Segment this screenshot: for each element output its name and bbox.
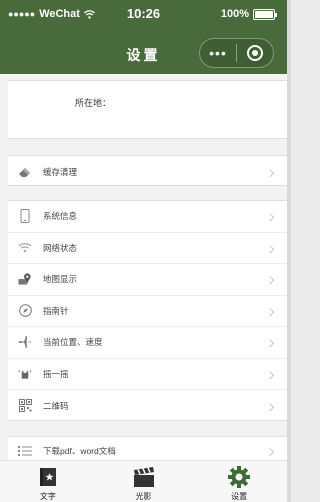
cache-clear-item[interactable]: 缓存清理	[8, 156, 287, 188]
wifi-icon	[18, 241, 32, 255]
menu-item-map[interactable]: 地图显示	[8, 264, 287, 296]
tab-text[interactable]: 文字	[0, 461, 96, 502]
menu-capsule: •••	[199, 38, 274, 68]
chevron-right-icon	[265, 402, 275, 412]
plane-icon	[18, 335, 32, 349]
chevron-right-icon	[265, 168, 275, 178]
tab-settings[interactable]: 设置	[191, 461, 287, 502]
tab-light-shadow[interactable]: 光影	[96, 461, 192, 502]
close-icon	[247, 45, 263, 61]
cache-panel: 缓存清理	[8, 155, 287, 186]
book-icon	[35, 465, 61, 489]
tab-label: 光影	[135, 492, 152, 501]
more-button[interactable]: •••	[200, 39, 236, 67]
phone-icon	[18, 209, 32, 224]
menu-item-location-speed[interactable]: 当前位置、速度	[8, 327, 287, 359]
menu-item-qrcode[interactable]: 二维码	[8, 390, 287, 422]
chevron-right-icon	[265, 370, 275, 380]
menu-item-system-info[interactable]: 系统信息	[8, 201, 287, 233]
chevron-right-icon	[265, 307, 275, 317]
gear-icon	[226, 465, 252, 489]
clapper-icon	[131, 465, 157, 489]
chevron-right-icon	[265, 447, 275, 457]
menu-item-compass[interactable]: 指南针	[8, 296, 287, 327]
location-panel: 所在地：	[8, 80, 287, 139]
cache-clear-label: 缓存清理	[43, 166, 78, 177]
close-button[interactable]	[237, 45, 273, 61]
feature-list: 系统信息 网络状态 地图显示 指南针 当前位置、速度 摇一摇 二维码	[8, 200, 287, 421]
menu-item-label: 下载pdf、word文档	[43, 446, 116, 456]
map-icon	[18, 272, 32, 286]
status-bar: ●●●●● WeChat 10:26 100%	[0, 0, 287, 30]
qrcode-icon	[18, 399, 32, 413]
menu-item-label: 网络状态	[43, 242, 78, 253]
menu-item-network[interactable]: 网络状态	[8, 233, 287, 264]
shake-icon	[18, 367, 32, 381]
menu-item-label: 摇一摇	[43, 368, 69, 379]
chevron-right-icon	[265, 339, 275, 348]
menu-item-label: 地图显示	[43, 274, 78, 285]
menu-item-label: 指南针	[43, 305, 69, 316]
location-label: 所在地：	[75, 98, 112, 108]
list-icon	[18, 444, 32, 458]
battery-icon	[253, 8, 277, 20]
menu-item-label: 二维码	[43, 400, 69, 411]
compass-icon	[18, 304, 32, 318]
tab-label: 文字	[39, 492, 56, 501]
menu-item-shake[interactable]: 摇一摇	[8, 359, 287, 390]
eraser-icon	[18, 165, 32, 179]
battery-percent: 100%	[220, 8, 249, 20]
app-page: ●●●●● WeChat 10:26 100% 设置 ••• 所在地： 缓存清理…	[0, 0, 291, 502]
tab-label: 设置	[231, 492, 248, 501]
tab-bar: 文字 光影 设置	[0, 460, 287, 502]
menu-item-label: 系统信息	[43, 211, 78, 222]
chevron-right-icon	[265, 276, 275, 285]
chevron-right-icon	[265, 213, 275, 222]
menu-item-label: 当前位置、速度	[43, 337, 103, 348]
top-bar: ●●●●● WeChat 10:26 100% 设置 •••	[0, 0, 287, 74]
chevron-right-icon	[265, 244, 275, 254]
